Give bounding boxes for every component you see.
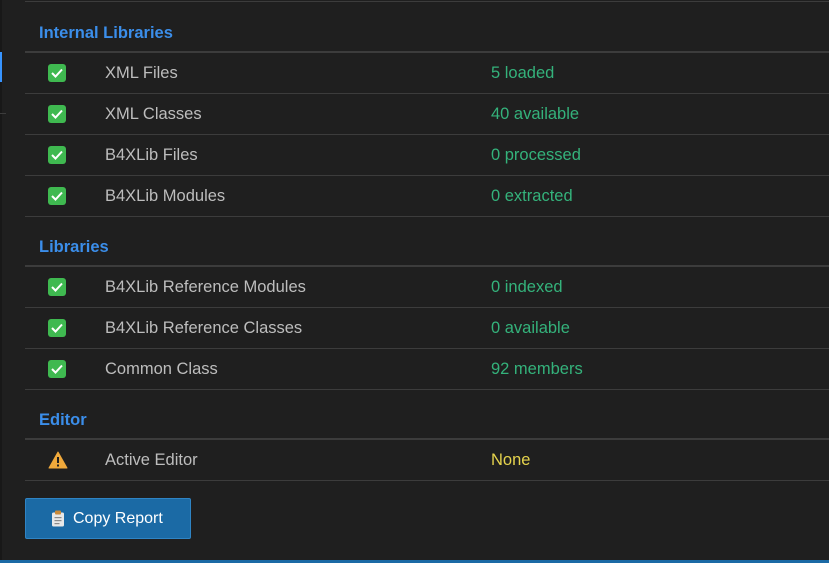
warning-icon: [48, 451, 68, 469]
table-row: B4XLib Reference Classes 0 available: [25, 308, 829, 349]
check-icon: [48, 360, 66, 378]
focus-indicator: [0, 52, 2, 82]
row-value: None: [491, 450, 531, 469]
row-value: 5 loaded: [491, 63, 555, 82]
table-row: Active Editor None: [25, 440, 829, 481]
check-icon: [48, 278, 66, 296]
table-row: B4XLib Files 0 processed: [25, 135, 829, 176]
gutter-tick: [0, 113, 6, 114]
check-icon: [48, 64, 66, 82]
row-label: Active Editor: [105, 450, 198, 469]
check-icon: [48, 319, 66, 337]
table-row: XML Files 5 loaded: [25, 53, 829, 94]
check-icon: [48, 105, 66, 123]
row-label: B4XLib Reference Modules: [105, 277, 306, 296]
row-label: B4XLib Files: [105, 145, 198, 164]
check-icon: [48, 187, 66, 205]
row-value: 92 members: [491, 359, 583, 378]
row-value: 0 processed: [491, 145, 581, 164]
table-row: Common Class 92 members: [25, 349, 829, 390]
row-value: 0 extracted: [491, 186, 573, 205]
row-label: B4XLib Reference Classes: [105, 318, 303, 337]
section-title-editor: Editor: [25, 390, 829, 440]
check-icon: [48, 146, 66, 164]
table-row: XML Classes 40 available: [25, 94, 829, 135]
row-value: 40 available: [491, 104, 580, 123]
row-label: B4XLib Modules: [105, 186, 226, 205]
section-title-libraries: Libraries: [25, 217, 829, 267]
row-value: 0 indexed: [491, 277, 563, 296]
section-title-internal-libraries: Internal Libraries: [25, 2, 829, 53]
report-content: Internal Libraries XML Files 5 loaded XM…: [25, 0, 829, 481]
row-value: 0 available: [491, 318, 570, 337]
left-gutter: [0, 0, 2, 563]
status-report-panel: Internal Libraries XML Files 5 loaded XM…: [0, 0, 829, 563]
row-label: XML Classes: [105, 104, 202, 123]
row-label: XML Files: [105, 63, 178, 82]
copy-report-label: Copy Report: [73, 509, 163, 527]
row-label: Common Class: [105, 359, 218, 378]
clipboard-icon: [52, 510, 64, 527]
copy-report-button[interactable]: Copy Report: [25, 498, 191, 539]
table-row: B4XLib Reference Modules 0 indexed: [25, 267, 829, 308]
table-row: B4XLib Modules 0 extracted: [25, 176, 829, 217]
